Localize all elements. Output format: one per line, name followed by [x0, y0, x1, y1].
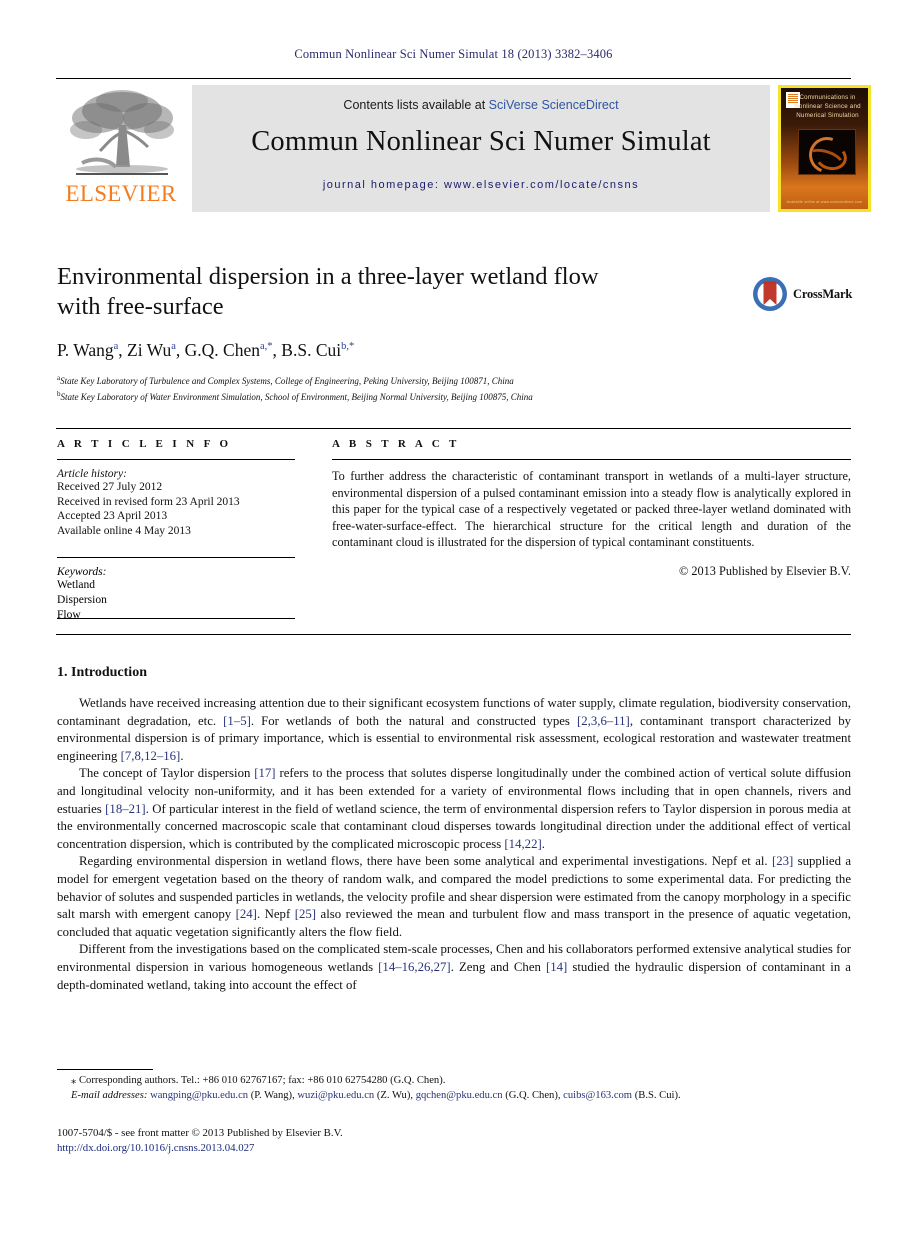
keywords-rule	[57, 557, 295, 559]
paper-page: Commun Nonlinear Sci Numer Simulat 18 (2…	[0, 0, 907, 1238]
email-owner: (G.Q. Chen)	[505, 1089, 558, 1101]
abstract-text: To further address the characteristic of…	[332, 469, 851, 550]
author-affil-marker[interactable]: a,*	[260, 341, 273, 352]
info-section-top-rule	[56, 428, 851, 429]
corresponding-text: Corresponding authors. Tel.: +86 010 627…	[78, 1075, 446, 1086]
title-block: Environmental dispersion in a three-laye…	[57, 262, 737, 403]
crossmark-label: CrossMark	[793, 287, 853, 301]
journal-homepage-link[interactable]: journal homepage: www.elsevier.com/locat…	[192, 179, 770, 191]
affiliation-item: aState Key Laboratory of Turbulence and …	[57, 372, 737, 388]
affiliation-text: State Key Laboratory of Water Environmen…	[60, 391, 533, 402]
affiliation-text: State Key Laboratory of Turbulence and C…	[60, 376, 514, 386]
body-column: 1. Introduction Wetlands have received i…	[57, 665, 851, 994]
crossmark-badge[interactable]: CrossMark	[752, 276, 853, 312]
email-note: E-mail addresses: wangping@pku.edu.cn (P…	[71, 1089, 681, 1101]
copyright-line: © 2013 Published by Elsevier B.V.	[678, 563, 851, 578]
citation-link[interactable]: [14–16,26,27]	[378, 960, 451, 974]
page-footer: 1007-5704/$ - see front matter © 2013 Pu…	[57, 1126, 657, 1155]
contents-available-line: Contents lists available at SciVerse Sci…	[192, 98, 770, 112]
body-paragraph: Regarding environmental dispersion in we…	[57, 854, 851, 939]
footnote-separator-rule	[57, 1069, 153, 1070]
author[interactable]: P. Wanga	[57, 340, 118, 360]
email-owner: (Z. Wu)	[376, 1089, 411, 1101]
citation-link[interactable]: [7,8,12–16]	[121, 749, 181, 763]
citation-link[interactable]: [23]	[772, 854, 793, 868]
running-head: Commun Nonlinear Sci Numer Simulat 18 (2…	[294, 47, 613, 61]
elsevier-wordmark: ELSEVIER	[65, 181, 177, 206]
citation-link[interactable]: [14]	[546, 960, 567, 974]
issn-line: 1007-5704/$ - see front matter © 2013 Pu…	[57, 1127, 343, 1139]
section-heading-introduction: 1. Introduction	[57, 665, 147, 680]
affiliation-list: aState Key Laboratory of Turbulence and …	[57, 372, 737, 403]
abstract-column: A B S T R A C T To further address the c…	[332, 438, 851, 579]
author-name: B.S. Cui	[281, 340, 342, 360]
body-paragraph: Different from the investigations based …	[57, 942, 851, 992]
author-list: P. Wanga, Zi Wua, G.Q. Chena,*, B.S. Cui…	[57, 340, 355, 360]
author[interactable]: Zi Wua	[127, 340, 176, 360]
author[interactable]: G.Q. Chena,*	[185, 340, 273, 360]
article-history-item: Available online 4 May 2013	[57, 524, 191, 537]
keywords-label: Keywords:	[57, 566, 107, 579]
info-column-bottom-rule	[57, 618, 295, 619]
article-info-rule	[57, 459, 295, 460]
citation-link[interactable]: [24]	[236, 907, 257, 921]
journal-title: Commun Nonlinear Sci Numer Simulat	[251, 126, 711, 157]
elsevier-tree-icon	[70, 90, 174, 175]
citation-link[interactable]: [2,3,6–11]	[577, 714, 630, 728]
author-affil-marker[interactable]: a	[171, 341, 176, 352]
cover-artwork	[798, 129, 856, 175]
article-title-line-2: with free-surface	[57, 293, 224, 320]
citation-link[interactable]: [17]	[254, 766, 275, 780]
citation-link[interactable]: [14,22]	[504, 837, 541, 851]
article-history-item: Received in revised form 23 April 2013	[57, 495, 240, 508]
email-address[interactable]: wangping@pku.edu.cn	[150, 1090, 248, 1101]
author-name: P. Wang	[57, 340, 114, 360]
citation-link[interactable]: [25]	[295, 907, 316, 921]
keyword-item: Wetland	[57, 579, 96, 592]
sciencedirect-link[interactable]: SciVerse ScienceDirect	[489, 98, 619, 112]
contents-prefix: Contents lists available at	[343, 98, 489, 112]
abstract-heading: A B S T R A C T	[332, 438, 460, 450]
body-paragraph: Wetlands have received increasing attent…	[57, 696, 851, 763]
author-affil-marker[interactable]: a	[114, 341, 119, 352]
footnote-block: ⁎ Corresponding authors. Tel.: +86 010 6…	[57, 1074, 851, 1103]
email-address[interactable]: gqchen@pku.edu.cn	[416, 1090, 503, 1101]
doi-link[interactable]: http://dx.doi.org/10.1016/j.cnsns.2013.0…	[57, 1141, 657, 1156]
affiliation-item: bState Key Laboratory of Water Environme…	[57, 388, 737, 404]
body-paragraph: The concept of Taylor dispersion [17] re…	[57, 766, 851, 851]
masthead-band: Contents lists available at SciVerse Sci…	[192, 85, 770, 212]
article-info-heading: A R T I C L E I N F O	[57, 438, 232, 450]
masthead-top-rule	[56, 78, 851, 79]
email-label: E-mail addresses:	[71, 1089, 148, 1101]
article-history-item: Accepted 23 April 2013	[57, 510, 168, 523]
cover-footer-text: Available online at www.sciencedirect.co…	[786, 200, 863, 204]
author-name: Zi Wu	[127, 340, 172, 360]
corresponding-marker: ⁎	[71, 1075, 77, 1086]
email-owner: (P. Wang)	[250, 1089, 293, 1101]
citation-link[interactable]: [1–5]	[223, 714, 251, 728]
article-title-line-1: Environmental dispersion in a three-laye…	[57, 263, 599, 290]
email-address[interactable]: cuibs@163.com	[563, 1090, 632, 1101]
abstract-rule	[332, 459, 851, 460]
author-name: G.Q. Chen	[184, 340, 260, 360]
email-address[interactable]: wuzi@pku.edu.cn	[297, 1090, 374, 1101]
page-title: Environmental dispersion in a three-laye…	[57, 262, 737, 322]
cover-title-text: Communications in Nonlinear Science and …	[794, 94, 861, 119]
author-affil-marker[interactable]: b,*	[341, 341, 354, 352]
keyword-item: Flow	[57, 608, 81, 621]
crossmark-icon	[753, 277, 787, 311]
author[interactable]: B.S. Cuib,*	[281, 340, 354, 360]
journal-masthead: ELSEVIER Contents lists available at Sci…	[56, 78, 871, 212]
keyword-item: Dispersion	[57, 593, 107, 606]
corresponding-author-note: ⁎ Corresponding authors. Tel.: +86 010 6…	[57, 1074, 851, 1089]
info-section-bottom-rule	[56, 634, 851, 635]
journal-cover-thumbnail[interactable]: Communications in Nonlinear Science and …	[778, 85, 871, 212]
article-history-item: Received 27 July 2012	[57, 481, 163, 493]
citation-link[interactable]: [18–21]	[105, 802, 146, 816]
article-info-column: A R T I C L E I N F O Article history: R…	[57, 438, 295, 622]
elsevier-logo: ELSEVIER	[56, 85, 186, 212]
email-owner: (B.S. Cui)	[634, 1089, 678, 1101]
article-history-label: Article history:	[57, 468, 127, 480]
